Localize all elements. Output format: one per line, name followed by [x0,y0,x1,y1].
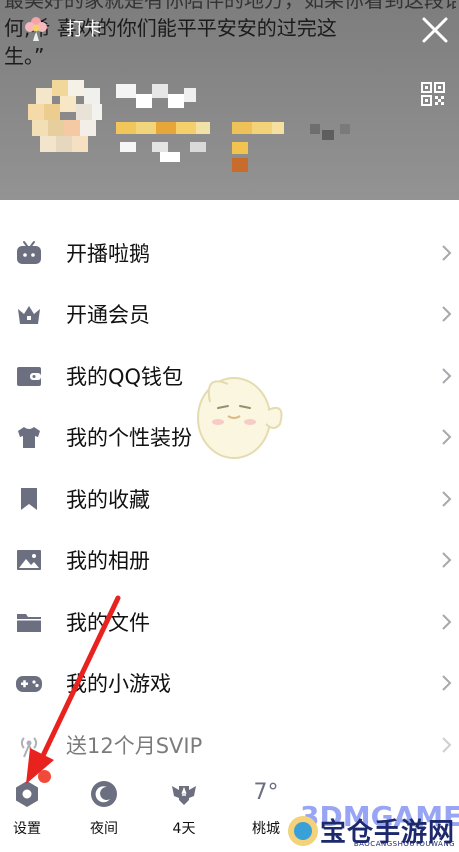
moon-icon [91,781,117,807]
tv-icon [14,238,44,268]
quote-line-1: 最美好的家就是有你陪伴的地方，如果你看到这段话，那就说明你还在，谢谢 [4,0,456,12]
bookmark-icon [14,484,44,514]
crown-icon [14,299,44,329]
notification-dot [38,770,51,783]
qr-code-icon[interactable] [421,82,445,106]
checkin-days-button[interactable]: 4天 [154,770,214,838]
chevron-right-icon [442,429,452,445]
menu-item-membership[interactable]: 开通会员 [0,284,459,346]
shirt-icon [14,422,44,452]
chevron-right-icon [442,491,452,507]
checkin-button[interactable]: 打卡 [22,14,102,42]
folder-icon [14,607,44,637]
menu-item-files[interactable]: 我的文件 [0,591,459,653]
menu-item-label: 我的相册 [66,549,150,574]
weather-temperature: 7° [253,780,279,805]
night-mode-button[interactable]: 夜间 [74,770,134,838]
penguin-mascot-icon [197,377,283,459]
winged-badge-icon [172,786,196,805]
profile-header: 最美好的家就是有你陪伴的地方，如果你看到这段话，那就说明你还在，谢谢 何,希 喜… [0,0,459,200]
checkin-days-label: 4天 [172,821,196,837]
watermark-logo-icon [287,815,318,846]
photo-icon [14,545,44,575]
menu-item-label: 我的小游戏 [66,672,171,697]
menu-item-favorites[interactable]: 我的收藏 [0,468,459,530]
night-mode-label: 夜间 [90,821,118,837]
wallet-icon [14,361,44,391]
watermark-subtext: BAOCANGSHOUYOUWANG [353,840,455,848]
signal-icon [14,730,44,760]
menu-item-live[interactable]: 开播啦鹅 [0,222,459,284]
menu-item-minigames[interactable]: 我的小游戏 [0,653,459,715]
menu-item-label: 我的文件 [66,610,150,635]
menu-item-svip-gift[interactable]: 送12个月SVIP [0,714,459,776]
checkin-label: 打卡 [66,19,102,40]
chevron-right-icon [442,245,452,261]
menu-item-label: 开通会员 [66,303,150,328]
menu-item-label: 送12个月SVIP [66,733,203,758]
menu-item-label: 我的QQ钱包 [66,364,184,389]
chevron-right-icon [442,675,452,691]
chevron-right-icon [442,368,452,384]
menu-item-label: 我的收藏 [66,487,150,512]
menu-list: 开播啦鹅 开通会员 我的QQ钱包 我的个性装扮 我的收藏 我的相册 我的文件 我… [0,222,459,776]
menu-item-album[interactable]: 我的相册 [0,530,459,592]
settings-label: 设置 [13,821,41,837]
chevron-right-icon [442,614,452,630]
close-icon[interactable] [419,14,451,46]
menu-item-label: 我的个性装扮 [66,426,192,451]
chevron-right-icon [442,737,452,753]
chevron-right-icon [442,552,452,568]
gamepad-icon [14,668,44,698]
gear-icon [16,781,38,807]
chevron-right-icon [442,306,452,322]
flower-icon [25,17,47,41]
menu-item-label: 开播啦鹅 [66,241,150,266]
quote-line-3: 生。” [4,44,45,68]
